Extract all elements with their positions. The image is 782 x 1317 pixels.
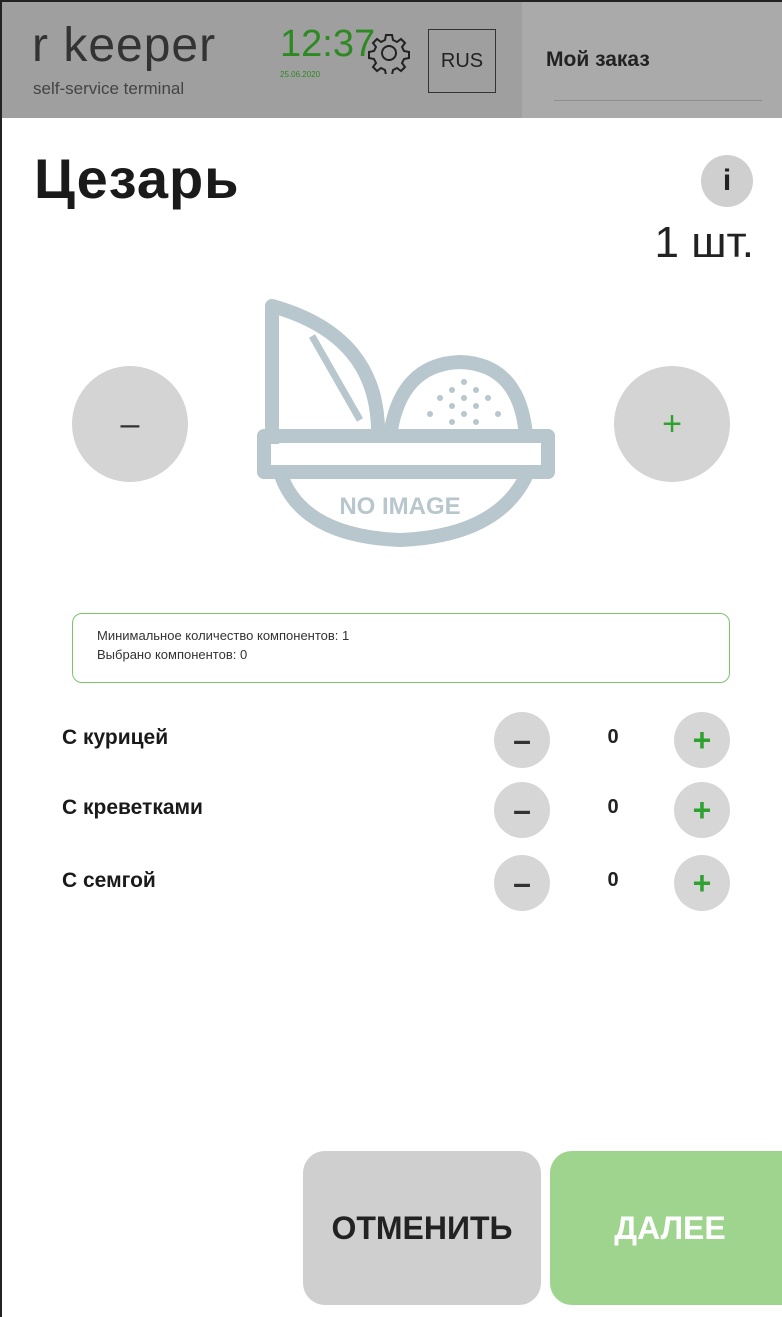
- clock-time: 12:37: [280, 23, 376, 65]
- order-title[interactable]: Мой заказ: [546, 48, 650, 72]
- component-increase-button[interactable]: +: [674, 712, 730, 768]
- brand-logo: r keeper: [32, 19, 217, 72]
- clock-date: 25.06.2020: [280, 70, 321, 79]
- selected-components-text: Выбрано компонентов: 0: [97, 647, 248, 662]
- next-button[interactable]: ДАЛЕЕ: [550, 1151, 782, 1305]
- min-components-text: Минимальное количество компонентов: 1: [97, 628, 350, 643]
- component-count: 0: [607, 726, 619, 748]
- info-button[interactable]: i: [701, 155, 753, 207]
- component-row: С курицей – 0 +: [0, 712, 782, 768]
- component-count: 0: [607, 796, 619, 818]
- component-decrease-button[interactable]: –: [494, 782, 550, 838]
- gear-icon[interactable]: [368, 32, 410, 74]
- cancel-button[interactable]: ОТМЕНИТЬ: [303, 1151, 541, 1305]
- increase-quantity-button[interactable]: +: [614, 366, 730, 482]
- component-constraints-box: Минимальное количество компонентов: 1 Вы…: [72, 613, 730, 683]
- component-decrease-button[interactable]: –: [494, 855, 550, 911]
- component-decrease-button[interactable]: –: [494, 712, 550, 768]
- component-row: С креветками – 0 +: [0, 782, 782, 838]
- component-name: С курицей: [62, 726, 169, 749]
- product-quantity: 1 шт.: [654, 218, 755, 267]
- language-button[interactable]: RUS: [428, 29, 496, 93]
- brand-subtitle: self-service terminal: [33, 79, 185, 98]
- component-count: 0: [607, 869, 619, 891]
- product-title: Цезарь: [34, 147, 240, 210]
- component-name: С креветками: [62, 796, 203, 819]
- order-divider: [554, 100, 762, 101]
- no-image-placeholder: NO IMAGE: [257, 299, 555, 547]
- no-image-text: NO IMAGE: [339, 493, 460, 520]
- component-increase-button[interactable]: +: [674, 855, 730, 911]
- header-bar: r keeper self-service terminal 12:37 25.…: [2, 2, 522, 118]
- decrease-quantity-button[interactable]: –: [72, 366, 188, 482]
- component-row: С семгой – 0 +: [0, 855, 782, 911]
- component-name: С семгой: [62, 869, 156, 892]
- frame-left-border: [0, 0, 2, 1317]
- component-increase-button[interactable]: +: [674, 782, 730, 838]
